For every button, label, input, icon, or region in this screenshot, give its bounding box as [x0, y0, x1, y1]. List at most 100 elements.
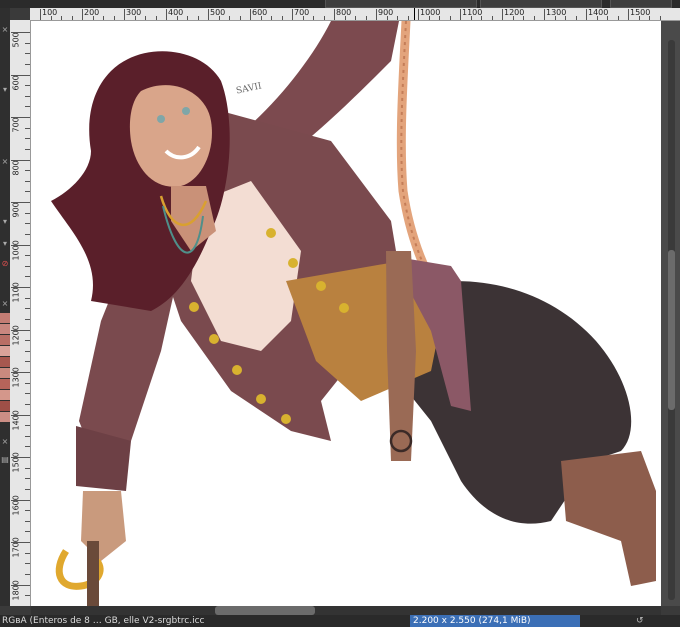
chevron-down-icon[interactable]: ▾ [1, 218, 9, 226]
ruler-tick [607, 16, 608, 20]
ruler-tick [659, 16, 661, 20]
ruler-tick [439, 16, 440, 20]
palette-swatch[interactable] [0, 335, 10, 345]
ruler-tick [386, 16, 388, 20]
dropdown-icon[interactable]: ▾ [1, 86, 9, 94]
ruler-cursor-marker [414, 8, 415, 20]
ruler-tick [11, 414, 30, 416]
ruler-tick [197, 16, 199, 20]
ruler-label: 1500 [630, 8, 651, 17]
ruler-tick [512, 16, 514, 20]
window-controls[interactable] [610, 0, 672, 8]
close-icon[interactable]: × [1, 158, 9, 166]
ruler-tick [25, 478, 30, 480]
ruler-label: 500 [11, 32, 21, 48]
no-entry-icon[interactable]: ⊘ [1, 260, 9, 268]
ruler-tick [491, 16, 493, 20]
ruler-tick [460, 9, 461, 20]
left-docker: × ▾ × ▾ ▾ ⊘ × × ▤ [0, 8, 10, 606]
ruler-tick [11, 159, 30, 161]
palette-swatch[interactable] [0, 313, 10, 323]
palette-swatch[interactable] [0, 357, 10, 367]
palette-swatch[interactable] [0, 412, 10, 422]
palette-swatch[interactable] [0, 390, 10, 400]
image-size-indicator[interactable]: 2.200 x 2.550 (274,1 MiB) [410, 615, 580, 627]
ruler-tick [229, 16, 230, 20]
ruler-label: 900 [11, 202, 21, 218]
ruler-tick [25, 595, 30, 597]
vertical-scroll-thumb[interactable] [668, 250, 675, 410]
ruler-tick [554, 16, 556, 20]
palette-swatch[interactable] [0, 379, 10, 389]
left-eye [157, 115, 165, 123]
ruler-tick [239, 16, 241, 20]
ruler-tick [376, 9, 377, 20]
drawing-canvas[interactable]: SAVII [31, 21, 661, 606]
ruler-tick [649, 16, 650, 20]
palette-swatch[interactable] [0, 368, 10, 378]
close-icon[interactable]: × [1, 300, 9, 308]
ruler-tick [638, 16, 640, 20]
horizontal-ruler[interactable]: 100 200 300 400 500 600 700 800 900 1000 1100 1200 1… [30, 8, 680, 21]
artwork [51, 21, 656, 606]
chevron-down-icon[interactable]: ▾ [1, 240, 9, 248]
horizontal-scrollbar[interactable] [31, 606, 661, 615]
ruler-tick [596, 16, 598, 20]
ruler-tick [502, 9, 503, 20]
ruler-tick [25, 393, 30, 395]
horizontal-scroll-thumb[interactable] [215, 606, 315, 615]
ruler-tick [25, 435, 30, 437]
ruler-tick [40, 9, 41, 20]
ruler-tick [25, 127, 30, 129]
ruler-tick [25, 425, 30, 427]
ruler-tick [187, 16, 188, 20]
ruler-tick [523, 16, 524, 20]
ruler-label: 1700 [11, 537, 21, 558]
ruler-tick [25, 573, 30, 575]
ruler-label: 1100 [11, 282, 21, 303]
ruler-tick [11, 372, 30, 373]
ruler-tick [25, 297, 30, 299]
ruler-tick [11, 329, 30, 331]
palette-swatch[interactable] [0, 346, 10, 356]
ruler-tick [25, 180, 30, 182]
rotate-icon[interactable]: ↺ [636, 615, 644, 627]
ruler-tick [544, 9, 545, 20]
close-icon[interactable]: × [1, 26, 9, 34]
ruler-tick [25, 53, 30, 55]
ruler-label: 1400 [588, 8, 609, 17]
rope [396, 21, 436, 286]
palette-swatch[interactable] [0, 324, 10, 334]
document-tab[interactable] [325, 0, 477, 8]
ruler-tick [25, 148, 30, 150]
ruler-tick [25, 95, 30, 97]
ruler-tick [11, 287, 30, 288]
ruler-tick [25, 361, 30, 363]
ruler-tick [11, 499, 30, 501]
ruler-tick [11, 244, 30, 246]
ruler-tick [92, 16, 94, 20]
ruler-tick [11, 117, 30, 118]
ruler-tick [25, 223, 30, 225]
ruler-tick [50, 16, 52, 20]
ruler-tick [449, 16, 451, 20]
document-title [480, 0, 602, 8]
ruler-tick [292, 9, 293, 20]
ruler-tick [628, 9, 629, 20]
ruler-tick [25, 563, 30, 565]
ruler-tick [533, 16, 535, 20]
ruler-tick [575, 16, 577, 20]
ruler-tick [25, 510, 30, 512]
ruler-tick [134, 16, 136, 20]
vertical-ruler[interactable]: 500 600 700 800 900 1000 1100 1200 1300 1400 1500 1… [10, 20, 31, 606]
ruler-tick [25, 191, 30, 193]
layer-icon[interactable]: ▤ [1, 456, 9, 464]
ruler-tick [25, 63, 30, 65]
sword-grip [87, 541, 99, 606]
palette-swatch[interactable] [0, 401, 10, 411]
ruler-tick [281, 16, 283, 20]
ruler-label: 1000 [420, 8, 441, 17]
close-icon[interactable]: × [1, 438, 9, 446]
ruler-tick [344, 16, 346, 20]
ruler-tick [25, 350, 30, 352]
